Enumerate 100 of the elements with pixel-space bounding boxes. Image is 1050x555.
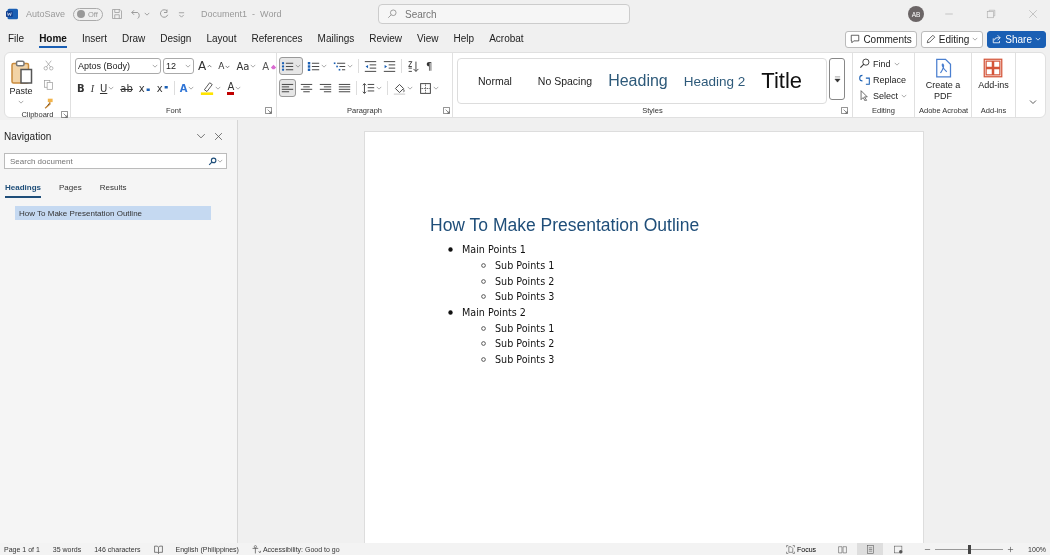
restore-icon	[986, 9, 996, 19]
style-option[interactable]: No Spacing	[529, 75, 601, 87]
caret-icon	[215, 85, 222, 91]
menu-tab[interactable]: Layout	[206, 30, 237, 48]
circle-bullet-icon	[481, 357, 486, 363]
more-styles-button[interactable]	[829, 58, 845, 100]
bullets-button[interactable]	[279, 57, 303, 75]
circle-bullet-icon	[481, 278, 486, 284]
italic-button[interactable]: I	[88, 79, 96, 97]
highlight-button[interactable]	[198, 79, 224, 97]
show-marks-button[interactable]: ¶	[424, 57, 435, 75]
search-field[interactable]: Search	[378, 4, 630, 24]
superscript-button[interactable]: x	[154, 79, 171, 97]
caret-icon	[152, 63, 158, 69]
style-option[interactable]: Heading	[600, 72, 676, 90]
bold-button[interactable]: B	[75, 79, 87, 97]
subscript-button[interactable]: x	[136, 79, 153, 97]
menu-tab[interactable]: Home	[39, 30, 67, 48]
menu-tab[interactable]: Help	[453, 30, 475, 48]
list-item: Sub Points 3	[495, 291, 555, 303]
down-icon	[225, 63, 231, 69]
dialog-launcher-icon	[841, 107, 848, 114]
circle-bullet-icon	[481, 325, 486, 331]
caret-icon	[407, 85, 413, 91]
zoom-in-button[interactable]	[1007, 545, 1015, 553]
scissors-icon	[43, 59, 54, 71]
share-icon	[992, 34, 1003, 44]
pane-title: Navigation	[4, 130, 52, 142]
web-layout-icon	[893, 544, 903, 554]
caret-icon	[108, 85, 115, 91]
search-input[interactable]: Search	[403, 7, 603, 21]
font-color-button[interactable]: A	[225, 79, 244, 97]
align-right-icon	[319, 81, 332, 95]
caret-icon	[144, 11, 151, 17]
caret-icon	[321, 63, 327, 69]
list-item: Sub Points 2	[495, 275, 555, 287]
decrease-indent-icon	[364, 59, 377, 73]
caret-icon	[347, 63, 353, 69]
read-mode-icon	[837, 544, 847, 554]
menu-tab[interactable]: File	[8, 30, 25, 48]
menu-tab[interactable]: Acrobat	[489, 30, 524, 48]
slider-thumb[interactable]	[967, 544, 971, 554]
style-option[interactable]: Normal	[464, 75, 530, 87]
pane-tab[interactable]: Results	[99, 181, 127, 198]
save-icon	[111, 8, 124, 20]
list-item: Sub Points 1	[495, 322, 555, 334]
caret-icon	[972, 36, 979, 42]
font-name-dropdown[interactable]: Aptos (Body)	[75, 58, 161, 74]
align-left-button[interactable]	[279, 79, 296, 97]
circle-bullet-icon	[481, 263, 486, 269]
clear-formatting-button[interactable]: A	[260, 57, 280, 75]
paste-button[interactable]: Paste	[7, 56, 35, 107]
strikethrough-button[interactable]: ab	[118, 79, 135, 97]
pdf-document-icon	[933, 58, 953, 78]
menu-tab[interactable]: Review	[369, 30, 403, 48]
circle-bullet-icon	[481, 294, 486, 300]
menu-tab[interactable]: References	[251, 30, 303, 48]
print-view-button[interactable]	[857, 543, 884, 555]
dialog-launcher-icon	[265, 107, 272, 114]
numbered-list-icon	[307, 59, 320, 73]
comments-button[interactable]: Comments	[845, 30, 917, 48]
caret-icon	[376, 85, 382, 91]
pane-tab[interactable]: Headings	[5, 181, 41, 198]
caret-icon	[1035, 36, 1041, 42]
underline-button[interactable]: U	[97, 79, 117, 97]
heading-item[interactable]: How To Make Presentation Outline	[15, 206, 211, 220]
clipboard-icon	[9, 58, 33, 84]
focus-icon	[786, 544, 796, 554]
add-ins-button[interactable]: Add-ins	[976, 56, 1011, 93]
menu-tab[interactable]: Draw	[121, 30, 146, 48]
dialog-launcher-icon	[61, 111, 68, 118]
eraser-icon	[270, 62, 278, 70]
menu-tab[interactable]: Mailings	[317, 30, 355, 48]
shrink-font-button[interactable]: A	[216, 57, 233, 75]
caret-icon	[901, 92, 907, 99]
style-option[interactable]: Heading 2	[675, 73, 754, 89]
change-case-button[interactable]: Aa	[234, 57, 259, 75]
menu-tab[interactable]: Insert	[81, 30, 107, 48]
paintbrush-icon	[43, 97, 54, 109]
find-button[interactable]: Find	[857, 56, 902, 71]
circle-bullet-icon	[481, 341, 486, 347]
font-size-dropdown[interactable]: 12	[163, 58, 194, 74]
pane-tab[interactable]: Pages	[59, 181, 82, 198]
select-button[interactable]: Select	[857, 88, 909, 103]
search-icon	[387, 9, 397, 19]
editing-button[interactable]: Editing	[920, 30, 984, 48]
chevron-down-icon	[1029, 98, 1037, 106]
share-button[interactable]: Share	[987, 30, 1046, 48]
menu-tab[interactable]: Design	[160, 30, 192, 48]
menu-tab[interactable]: View	[417, 30, 439, 48]
create-pdf-button[interactable]: Create a PDF	[922, 56, 964, 104]
replace-button[interactable]: Replace	[857, 72, 909, 87]
grow-font-button[interactable]: A	[196, 57, 215, 75]
search-icon	[208, 156, 217, 166]
align-left-icon	[281, 81, 294, 95]
plus-icon	[1007, 545, 1015, 553]
line-spacing-icon	[362, 81, 375, 95]
text-effects-button[interactable]: A	[177, 79, 197, 97]
search-field[interactable]: Search document	[4, 153, 227, 169]
style-option[interactable]: Title	[753, 68, 811, 94]
